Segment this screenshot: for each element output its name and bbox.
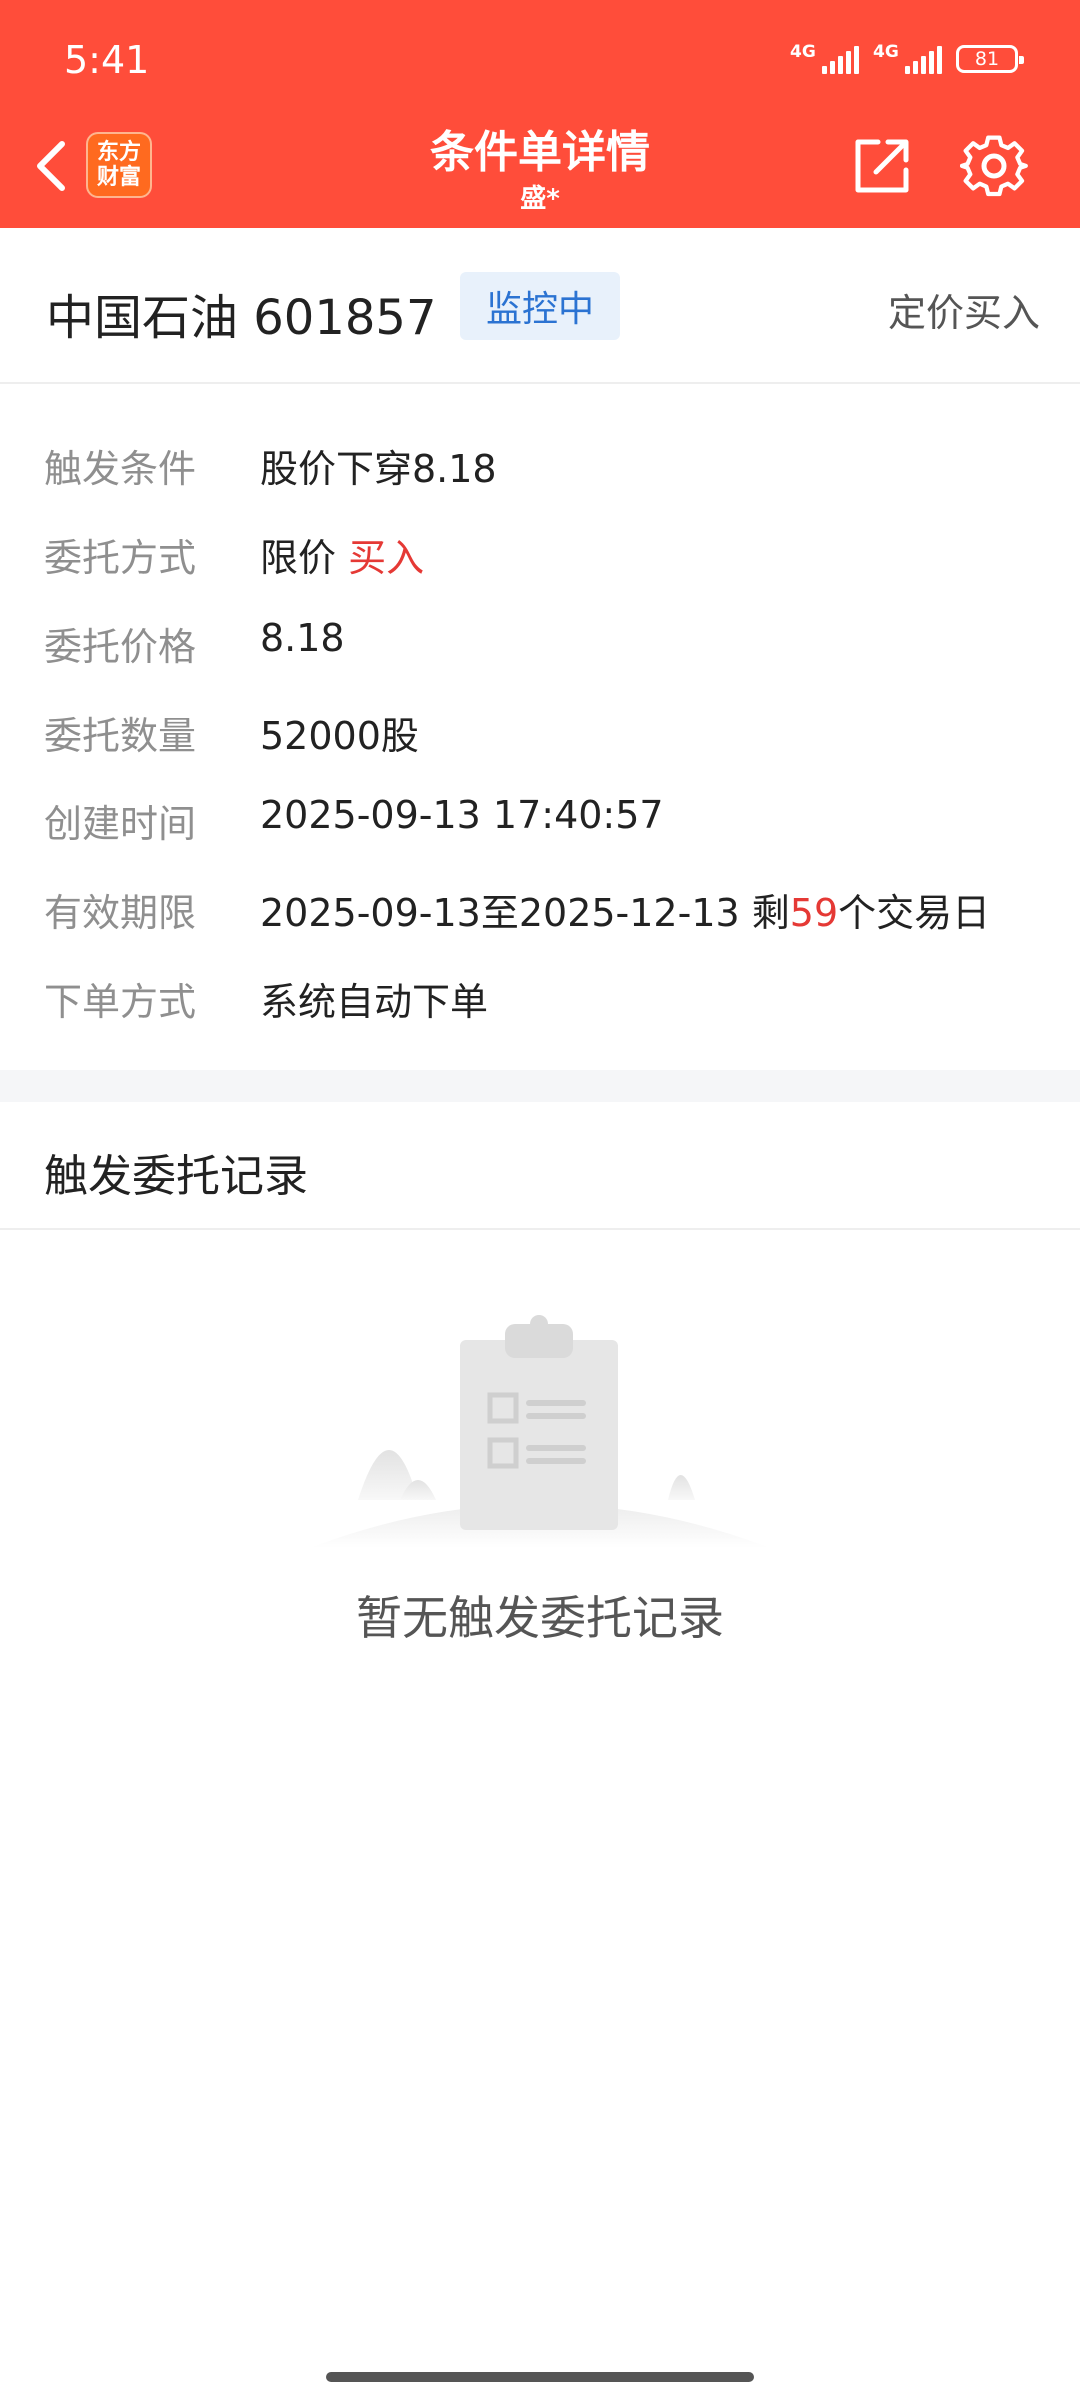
- detail-row-validity: 有效期限 2025-09-13至2025-12-13 剩59个交易日: [0, 878, 1080, 938]
- status-badge: 监控中: [460, 272, 620, 340]
- stock-name-code: 中国石油 601857: [46, 290, 437, 346]
- remaining-days: 59: [789, 891, 839, 935]
- detail-label: 创建时间: [44, 802, 197, 846]
- detail-value: 2025-09-13至2025-12-13 剩59个交易日: [260, 882, 990, 937]
- detail-label: 有效期限: [44, 891, 197, 935]
- detail-label: 委托数量: [44, 714, 197, 758]
- detail-label: 委托价格: [44, 625, 197, 669]
- detail-row-trigger: 触发条件 股价下穿8.18: [0, 434, 1080, 494]
- detail-value: 2025-09-13 17:40:57: [260, 793, 664, 837]
- detail-row-placement: 下单方式 系统自动下单: [0, 967, 1080, 1027]
- records-title: 触发委托记录: [44, 1151, 308, 1202]
- order-details: 触发条件 股价下穿8.18 委托方式 限价 买入 委托价格 8.18 委托数量 …: [0, 384, 1080, 1070]
- records-section-header: 触发委托记录: [0, 1102, 1080, 1230]
- detail-value: 限价 买入: [260, 527, 424, 582]
- network-type-label: 4G: [873, 42, 899, 62]
- detail-row-created: 创建时间 2025-09-13 17:40:57: [0, 789, 1080, 849]
- battery-level: 81: [974, 48, 1000, 70]
- status-time: 5:41: [64, 38, 150, 82]
- battery-icon: 81: [956, 45, 1024, 73]
- detail-label: 委托方式: [44, 536, 197, 580]
- detail-label: 下单方式: [44, 980, 197, 1024]
- account-name: 盛*: [520, 184, 560, 214]
- app-header: 5:41 4G 4G 81 东方 财富 条件单详情 盛*: [0, 0, 1080, 228]
- trade-side: 买入: [348, 536, 425, 580]
- detail-value: 股价下穿8.18: [260, 447, 497, 491]
- detail-value: 系统自动下单: [260, 980, 489, 1024]
- signal-icon: 4G: [790, 42, 859, 74]
- detail-row-method: 委托方式 限价 买入: [0, 523, 1080, 583]
- status-icons: 4G 4G 81: [790, 42, 1024, 76]
- detail-row-price: 委托价格 8.18: [0, 612, 1080, 672]
- validity-range: 2025-09-13至2025-12-13 剩: [260, 891, 790, 935]
- share-icon[interactable]: [852, 136, 912, 196]
- method-type: 限价: [260, 536, 337, 580]
- network-type-label: 4G: [790, 42, 816, 62]
- order-type: 定价买入: [887, 291, 1040, 335]
- detail-row-quantity: 委托数量 52000股: [0, 701, 1080, 761]
- detail-value: 52000股: [260, 714, 419, 758]
- gear-icon[interactable]: [960, 132, 1028, 200]
- home-indicator[interactable]: [326, 2372, 754, 2382]
- empty-clipboard-icon: [310, 1315, 770, 1548]
- detail-label: 触发条件: [44, 447, 197, 491]
- empty-state-text: 暂无触发委托记录: [356, 1591, 724, 1645]
- stock-summary: 中国石油 601857 监控中 定价买入: [0, 228, 1080, 384]
- detail-value: 8.18: [260, 616, 345, 660]
- validity-suffix: 个交易日: [838, 891, 991, 935]
- signal-icon: 4G: [873, 42, 942, 74]
- page-title: 条件单详情: [430, 127, 650, 178]
- section-divider: [0, 1070, 1080, 1102]
